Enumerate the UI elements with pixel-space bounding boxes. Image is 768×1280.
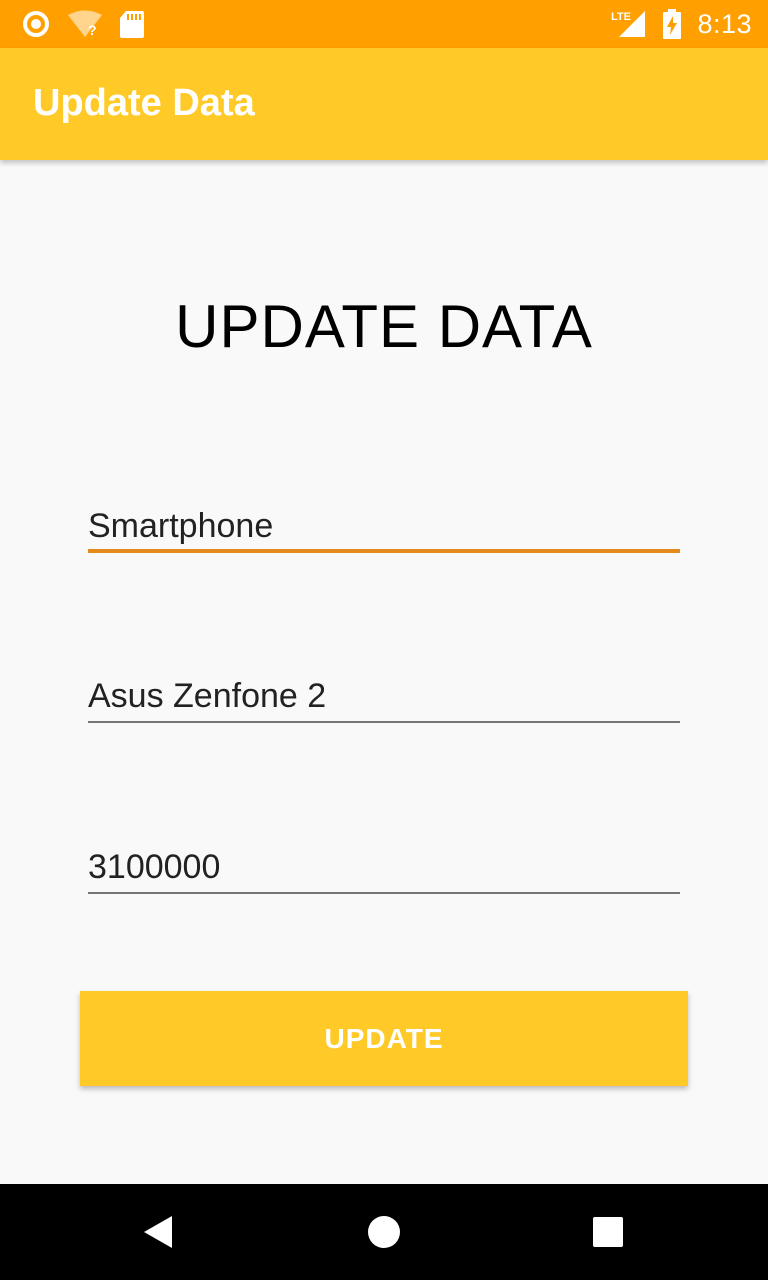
- battery-charging-icon: [663, 9, 682, 39]
- product-price-input[interactable]: [88, 844, 680, 890]
- back-icon: [144, 1216, 172, 1248]
- sd-card-icon: [120, 11, 144, 38]
- recents-button[interactable]: [553, 1184, 663, 1280]
- product-type-underline: [88, 549, 680, 553]
- app-bar-title: Update Data: [33, 82, 255, 124]
- product-price-underline: [88, 892, 680, 894]
- back-button[interactable]: [105, 1184, 215, 1280]
- status-left-icons: ?: [22, 10, 152, 38]
- status-bar: ? LTE 8:13: [0, 0, 768, 48]
- home-icon: [368, 1216, 400, 1248]
- status-right-icons: LTE 8:13: [611, 0, 752, 48]
- home-button[interactable]: [329, 1184, 439, 1280]
- wifi-unknown-icon: ?: [68, 10, 102, 38]
- status-time: 8:13: [697, 8, 752, 39]
- product-type-input[interactable]: [88, 503, 680, 549]
- product-type-field-container: [88, 503, 680, 553]
- navigation-bar: [0, 1184, 768, 1280]
- recents-icon: [593, 1217, 623, 1247]
- svg-text:?: ?: [88, 22, 97, 38]
- page-heading: UPDATE DATA: [175, 293, 593, 360]
- update-button[interactable]: UPDATE: [80, 991, 688, 1086]
- notification-circle-icon: [23, 11, 49, 37]
- app-bar: Update Data: [0, 48, 768, 160]
- product-price-field-container: [88, 844, 680, 894]
- product-name-input[interactable]: [88, 673, 680, 719]
- product-name-field-container: [88, 673, 680, 723]
- product-name-underline: [88, 721, 680, 723]
- lte-signal-icon: LTE: [611, 11, 646, 37]
- screen: ? LTE 8:13 Update Data UPDATE DATA Smart…: [0, 0, 768, 1280]
- lte-label: LTE: [611, 11, 631, 23]
